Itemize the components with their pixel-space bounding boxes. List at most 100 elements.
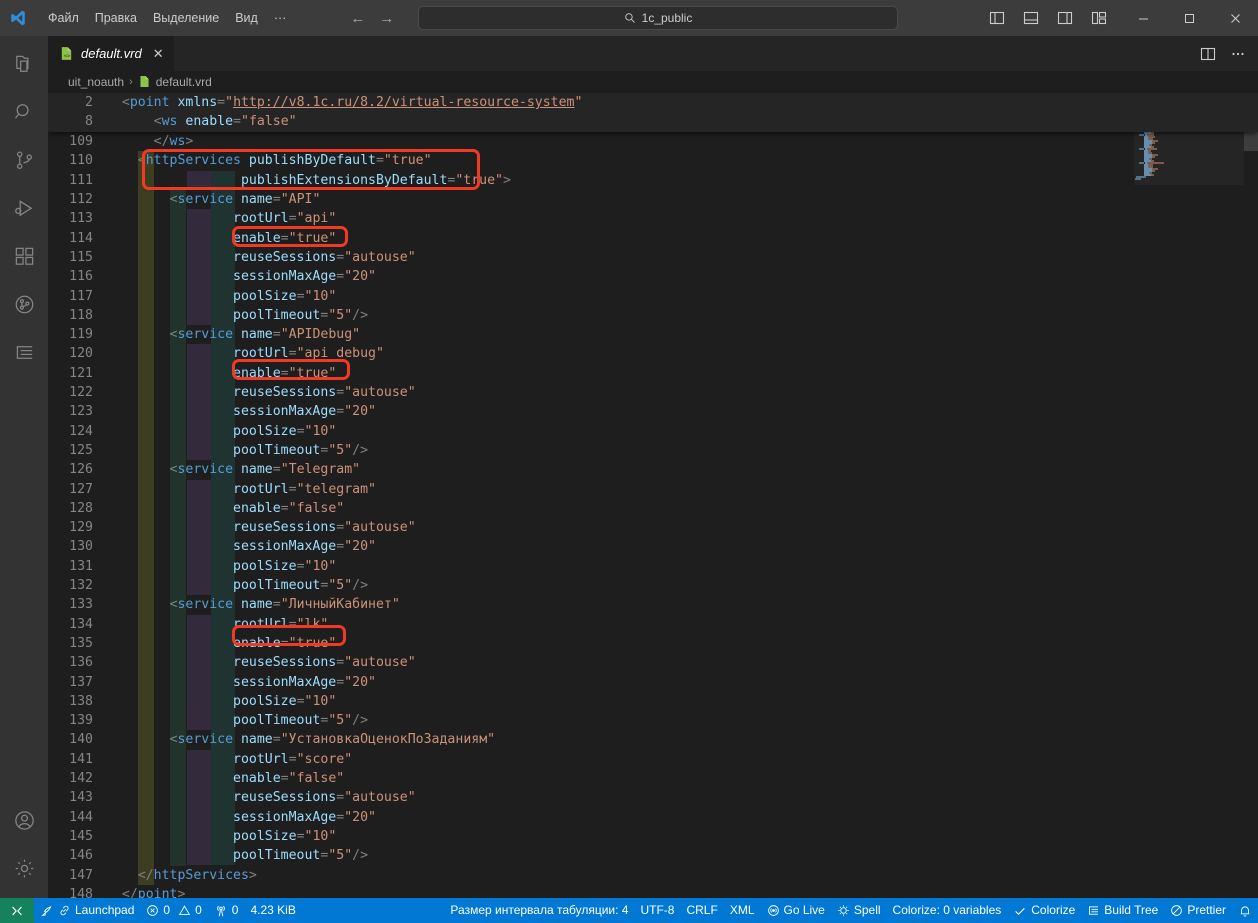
back-arrow-icon[interactable]: ← (350, 11, 365, 26)
code-line[interactable]: 8 <ws enable="false" (48, 112, 1258, 131)
code-line[interactable]: 146 poolTimeout="5"/> (48, 846, 1258, 865)
status-ports[interactable]: 0 (208, 898, 245, 923)
forward-arrow-icon[interactable]: → (379, 11, 394, 26)
code-line[interactable]: 147 </httpServices> (48, 866, 1258, 885)
sidebar-item-explorer[interactable] (0, 40, 48, 88)
extensions-icon (13, 245, 36, 268)
code-line[interactable]: 113 rootUrl="api" (48, 209, 1258, 228)
customize-layout-icon[interactable] (1086, 5, 1112, 31)
code-line[interactable]: 136 reuseSessions="autouse" (48, 653, 1258, 672)
status-build-tree[interactable]: Build Tree (1081, 898, 1164, 923)
more-actions-icon[interactable] (1224, 40, 1252, 68)
code-line[interactable]: 140 <service name="УстановкаОценокПоЗада… (48, 730, 1258, 749)
code-line[interactable]: 142 enable="false" (48, 769, 1258, 788)
status-file-size[interactable]: 4.23 KiB (244, 898, 301, 923)
code-line[interactable]: 124 poolSize="10" (48, 422, 1258, 441)
menu-more[interactable]: ··· (266, 7, 295, 29)
menu-file[interactable]: Файл (40, 7, 87, 29)
code-line[interactable]: 130 sessionMaxAge="20" (48, 537, 1258, 556)
sidebar-item-search[interactable] (0, 88, 48, 136)
code-line[interactable]: 139 poolTimeout="5"/> (48, 711, 1258, 730)
code-line[interactable]: 110 <httpServices publishByDefault="true… (48, 151, 1258, 170)
tab-default-vrd[interactable]: <> default.vrd ✕ (48, 36, 175, 71)
breadcrumb-folder[interactable]: uit_noauth (68, 75, 124, 89)
sidebar-item-build-tree[interactable] (0, 328, 48, 376)
code-line[interactable]: 148 </point> (48, 885, 1258, 898)
close-button[interactable] (1212, 0, 1258, 36)
code-line[interactable]: 145 poolSize="10" (48, 827, 1258, 846)
split-editor-icon[interactable] (1194, 40, 1222, 68)
status-spell[interactable]: Spell (831, 898, 887, 923)
status-problems[interactable]: 0 0 (140, 898, 207, 923)
code-line[interactable]: 131 poolSize="10" (48, 557, 1258, 576)
code-line[interactable]: 119 <service name="APIDebug" (48, 325, 1258, 344)
code-line[interactable]: 126 <service name="Telegram" (48, 460, 1258, 479)
code-line[interactable]: 137 sessionMaxAge="20" (48, 673, 1258, 692)
settings-button[interactable] (0, 844, 48, 892)
code-line[interactable]: 109 </ws> (48, 132, 1258, 151)
command-center-search[interactable]: 1c_public (418, 6, 898, 30)
status-notifications[interactable] (1232, 898, 1258, 923)
menu-selection[interactable]: Выделение (145, 7, 227, 29)
code-line[interactable]: 120 rootUrl="api_debug" (48, 344, 1258, 363)
status-eol[interactable]: CRLF (680, 898, 723, 923)
code-line[interactable]: 125 poolTimeout="5"/> (48, 441, 1258, 460)
code-line[interactable]: 143 reuseSessions="autouse" (48, 788, 1258, 807)
code-line[interactable]: 138 poolSize="10" (48, 692, 1258, 711)
code-line[interactable]: 129 reuseSessions="autouse" (48, 518, 1258, 537)
toggle-secondary-sidebar-icon[interactable] (1052, 5, 1078, 31)
menu-edit[interactable]: Правка (87, 7, 145, 29)
code-line[interactable]: 115 reuseSessions="autouse" (48, 248, 1258, 267)
code-line[interactable]: 111 publishExtensionsByDefault="true"> (48, 171, 1258, 190)
status-go-live[interactable]: Go Live (761, 898, 831, 923)
line-content: rootUrl="lk" (106, 615, 1258, 634)
vertical-scrollbar[interactable] (1244, 93, 1258, 898)
toggle-primary-sidebar-icon[interactable] (984, 5, 1010, 31)
accounts-button[interactable] (0, 796, 48, 844)
status-language-mode[interactable]: XML (724, 898, 761, 923)
breadcrumb-file[interactable]: default.vrd (156, 75, 212, 89)
status-encoding[interactable]: UTF-8 (634, 898, 680, 923)
warning-icon (178, 904, 191, 917)
sidebar-item-source-control[interactable] (0, 136, 48, 184)
minimize-button[interactable] (1120, 0, 1166, 36)
toggle-panel-icon[interactable] (1018, 5, 1044, 31)
status-tab-size[interactable]: Размер интервала табуляции: 4 (444, 898, 634, 923)
code-line[interactable]: 133 <service name="ЛичныйКабинет" (48, 595, 1258, 614)
code-line[interactable]: 144 sessionMaxAge="20" (48, 808, 1258, 827)
code-line[interactable]: 141 rootUrl="score" (48, 750, 1258, 769)
status-colorize-variables[interactable]: Colorize: 0 variables (887, 898, 1008, 923)
close-icon[interactable]: ✕ (153, 47, 164, 60)
code-line[interactable]: 122 reuseSessions="autouse" (48, 383, 1258, 402)
sidebar-item-gitlens[interactable] (0, 280, 48, 328)
status-colorize[interactable]: Colorize (1007, 898, 1081, 923)
sidebar-item-run-debug[interactable] (0, 184, 48, 232)
token-val: "true" (384, 153, 432, 168)
code-line[interactable]: 116 sessionMaxAge="20" (48, 267, 1258, 286)
code-line[interactable]: 121 enable="true" (48, 364, 1258, 383)
code-line[interactable]: 112 <service name="API" (48, 190, 1258, 209)
line-number: 113 (48, 209, 106, 228)
status-prettier[interactable]: Prettier (1164, 898, 1232, 923)
line-content: sessionMaxAge="20" (106, 402, 1258, 421)
minimap[interactable] (1134, 93, 1244, 898)
sidebar-item-extensions[interactable] (0, 232, 48, 280)
remote-window-indicator[interactable] (0, 898, 34, 923)
layout-controls (984, 0, 1112, 36)
code-line[interactable]: 123 sessionMaxAge="20" (48, 402, 1258, 421)
token-val: "API" (281, 192, 321, 207)
status-launchpad[interactable]: Launchpad (34, 898, 140, 923)
code-line[interactable]: 118 poolTimeout="5"/> (48, 306, 1258, 325)
maximize-button[interactable] (1166, 0, 1212, 36)
code-line[interactable]: 134 rootUrl="lk" (48, 615, 1258, 634)
code-line[interactable]: 128 enable="false" (48, 499, 1258, 518)
code-line[interactable]: 2 <point xmlns="http://v8.1c.ru/8.2/virt… (48, 93, 1258, 112)
code-line[interactable]: 117 poolSize="10" (48, 287, 1258, 306)
code-line[interactable]: 114 enable="true" (48, 229, 1258, 248)
code-line[interactable]: 135 enable="true" (48, 634, 1258, 653)
code-editor[interactable]: 109 </ws>110 <httpServices publishByDefa… (48, 93, 1258, 898)
menu-view[interactable]: Вид (227, 7, 266, 29)
token-punc: < (106, 462, 177, 477)
code-line[interactable]: 132 poolTimeout="5"/> (48, 576, 1258, 595)
code-line[interactable]: 127 rootUrl="telegram" (48, 480, 1258, 499)
